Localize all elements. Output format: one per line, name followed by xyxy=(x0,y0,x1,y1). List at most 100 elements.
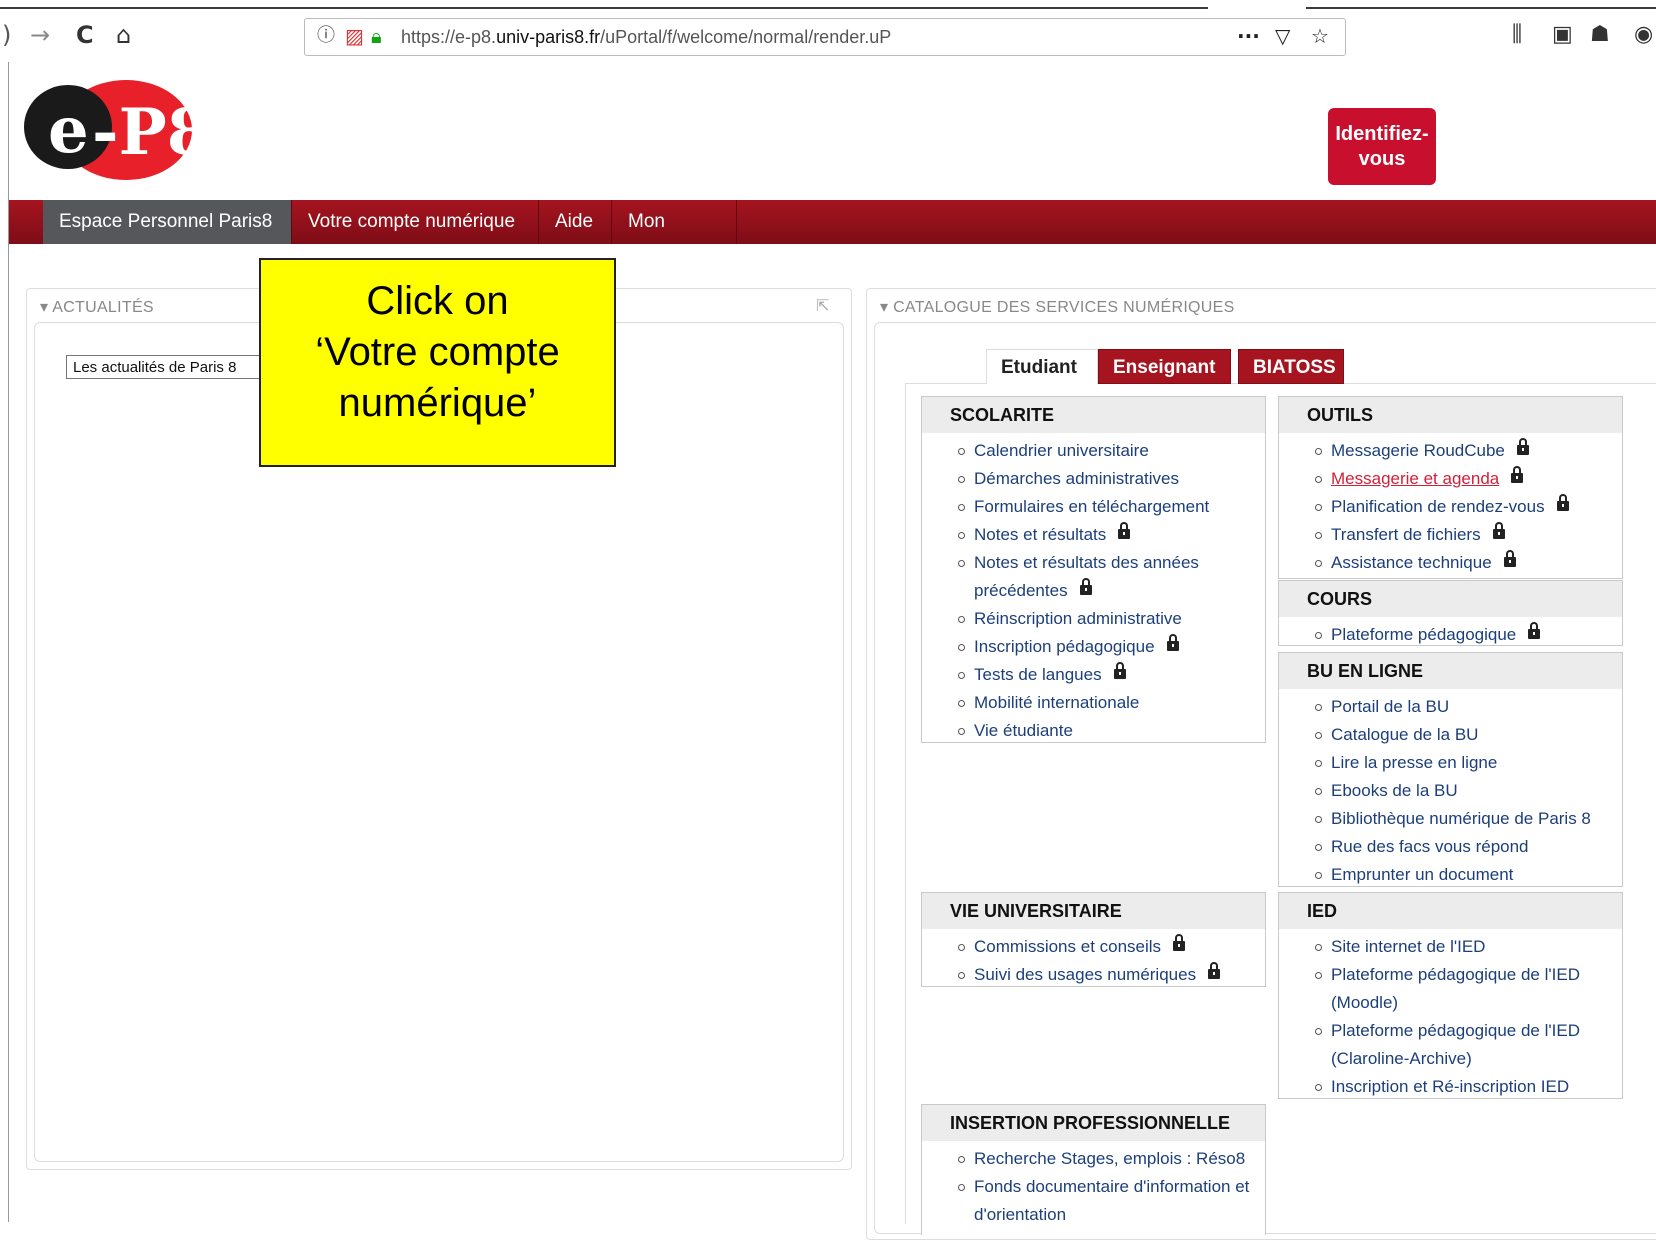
lock-icon xyxy=(1503,550,1516,567)
category-cours: COURS Plateforme pédagogique xyxy=(1278,580,1623,646)
service-label: Portail de la BU xyxy=(1331,697,1450,716)
service-label: Plateforme pédagogique xyxy=(1331,625,1517,644)
service-label: Catalogue de la BU xyxy=(1331,725,1479,744)
service-label: Recherche Stages, emplois : Réso8 xyxy=(974,1149,1246,1168)
category-scolarite: SCOLARITE Calendrier universitaire Démar… xyxy=(921,396,1266,743)
service-label: Inscription et Ré-inscription IED xyxy=(1331,1077,1570,1096)
service-link[interactable]: Réinscription administrative xyxy=(958,605,1265,633)
url-text[interactable]: https://e-p8.univ-paris8.fr/uPortal/f/we… xyxy=(401,27,891,48)
service-label: Fonds documentaire d'information et xyxy=(974,1177,1250,1196)
service-link[interactable]: Bibliothèque numérique de Paris 8 xyxy=(1315,805,1622,833)
service-label: Emprunter un document xyxy=(1331,865,1514,884)
service-label: Tests de langues xyxy=(974,665,1102,684)
service-link[interactable]: Suivi des usages numériques xyxy=(958,961,1265,989)
service-link[interactable]: Plateforme pédagogique xyxy=(1315,621,1622,649)
instruction-callout: Click on ‘Votre compte numérique’ xyxy=(259,258,616,467)
service-link[interactable]: Site internet de l'IED xyxy=(1315,933,1622,961)
nav-espace-personnel[interactable]: Espace Personnel Paris8 xyxy=(43,200,291,244)
news-select[interactable]: Les actualités de Paris 8 xyxy=(66,355,266,379)
service-label: Formulaires en téléchargement xyxy=(974,497,1210,516)
sidebar-icon[interactable]: ▣ xyxy=(1552,22,1573,48)
service-label: Messagerie et agenda xyxy=(1331,469,1500,488)
service-link[interactable]: Mobilité internationale xyxy=(958,689,1265,717)
service-link[interactable]: Portail de la BU xyxy=(1315,693,1622,721)
service-label: Vie étudiante xyxy=(974,721,1073,740)
callout-line-2: ‘Votre compte xyxy=(315,330,560,374)
service-label: Calendrier universitaire xyxy=(974,441,1149,460)
service-label: Bibliothèque numérique de Paris 8 xyxy=(1331,809,1591,828)
service-link[interactable]: Calendrier universitaire xyxy=(958,437,1265,465)
more-actions-icon[interactable]: ··· xyxy=(1237,24,1260,48)
category-ied: IED Site internet de l'IED Plateforme pé… xyxy=(1278,892,1623,1099)
service-link[interactable]: Inscription pédagogique xyxy=(958,633,1265,661)
service-link[interactable]: Plateforme pédagogique de l'IED (Moodle) xyxy=(1315,961,1622,1017)
bookmark-star-icon[interactable]: ☆ xyxy=(1311,24,1329,48)
service-link[interactable]: Commissions et conseils xyxy=(958,933,1265,961)
service-link[interactable]: Tests de langues xyxy=(958,661,1265,689)
lock-icon xyxy=(1113,662,1126,679)
service-link[interactable]: Vie étudiante xyxy=(958,717,1265,745)
tracking-blocked-icon[interactable]: ▨ xyxy=(345,24,364,48)
home-icon[interactable]: ⌂ xyxy=(116,20,131,50)
category-insertion-professionnelle: INSERTION PROFESSIONNELLE Recherche Stag… xyxy=(921,1104,1266,1235)
service-link[interactable]: Transfert de fichiers xyxy=(1315,521,1622,549)
tab-strip-line xyxy=(0,7,1656,9)
lock-icon xyxy=(1173,934,1186,951)
back-arrow-edge-icon[interactable]: ) xyxy=(2,20,11,50)
service-link[interactable]: Rue des facs vous répond xyxy=(1315,833,1622,861)
service-link[interactable]: Emprunter un document xyxy=(1315,861,1622,889)
forward-arrow-icon[interactable]: → xyxy=(30,20,50,50)
service-label: Inscription pédagogique xyxy=(974,637,1155,656)
lock-secure-icon[interactable]: 🔒︎ xyxy=(371,24,382,48)
nav-aide[interactable]: Aide xyxy=(539,200,611,244)
lock-icon xyxy=(1528,622,1541,639)
service-link[interactable]: Fonds documentaire d'information et d'ori… xyxy=(958,1173,1265,1229)
service-link[interactable]: Lire la presse en ligne xyxy=(1315,749,1622,777)
catalogue-title-text: CATALOGUE DES SERVICES NUMÉRIQUES xyxy=(893,299,1235,316)
service-link[interactable]: Démarches administratives xyxy=(958,465,1265,493)
service-label-cont: (Moodle) xyxy=(1331,993,1399,1012)
service-label: Plateforme pédagogique de l'IED xyxy=(1331,965,1580,984)
reload-icon[interactable]: C xyxy=(76,20,94,50)
pin-icon[interactable]: ⇱ xyxy=(816,296,829,316)
nav-votre-compte-numerique[interactable]: Votre compte numérique xyxy=(292,200,538,244)
service-label: Mobilité internationale xyxy=(974,693,1140,712)
service-link[interactable]: Ebooks de la BU xyxy=(1315,777,1622,805)
service-link[interactable]: Catalogue de la BU xyxy=(1315,721,1622,749)
service-label-cont: d'orientation xyxy=(974,1205,1067,1224)
tab-etudiant[interactable]: Etudiant xyxy=(986,349,1098,384)
service-label: Démarches administratives xyxy=(974,469,1180,488)
info-icon[interactable]: ⓘ xyxy=(317,24,335,48)
pocket-icon[interactable]: ▽ xyxy=(1275,24,1290,48)
service-link[interactable]: Formulaires en téléchargement xyxy=(958,493,1265,521)
service-link-hovered[interactable]: Messagerie et agenda xyxy=(1315,465,1622,493)
service-label: Site internet de l'IED xyxy=(1331,937,1486,956)
service-link[interactable]: Planification de rendez-vous xyxy=(1315,493,1622,521)
service-link[interactable]: Assistance technique xyxy=(1315,549,1622,577)
account-icon[interactable]: ◉ xyxy=(1634,22,1653,48)
url-bar[interactable]: ⓘ ▨ 🔒︎ https://e-p8.univ-paris8.fr/uPort… xyxy=(304,18,1346,56)
login-button[interactable]: Identifiez-vous xyxy=(1328,108,1436,185)
ep8-logo[interactable]: e -P8 xyxy=(22,78,194,182)
tab-enseignant[interactable]: Enseignant xyxy=(1098,349,1231,384)
service-label: Réinscription administrative xyxy=(974,609,1182,628)
lock-icon xyxy=(1556,494,1569,511)
service-link[interactable]: Recherche Stages, emplois : Réso8 xyxy=(958,1145,1265,1173)
tab-biatoss[interactable]: BIATOSS xyxy=(1238,349,1344,384)
lock-icon xyxy=(1492,522,1505,539)
catalogue-portlet-title: ▾ CATALOGUE DES SERVICES NUMÉRIQUES xyxy=(880,299,1235,316)
library-icon[interactable]: ⫼ xyxy=(1512,22,1522,48)
service-link[interactable]: Notes et résultats des années précédentes xyxy=(958,549,1265,605)
service-label-cont: précédentes xyxy=(974,581,1068,600)
service-label: Commissions et conseils xyxy=(974,937,1162,956)
nav-mon-onglet[interactable]: Mon onglet xyxy=(612,200,736,276)
service-link[interactable]: Notes et résultats xyxy=(958,521,1265,549)
service-label: Suivi des usages numériques xyxy=(974,965,1197,984)
category-title: COURS xyxy=(1279,581,1622,617)
service-link[interactable]: Messagerie RoudCube xyxy=(1315,437,1622,465)
extension-icon[interactable]: ☗ xyxy=(1590,22,1610,48)
callout-line-3: numérique’ xyxy=(338,381,537,425)
category-title: BU EN LIGNE xyxy=(1279,653,1622,689)
service-link[interactable]: Plateforme pédagogique de l'IED (Clarolin… xyxy=(1315,1017,1622,1073)
service-link[interactable]: Inscription et Ré-inscription IED xyxy=(1315,1073,1622,1101)
